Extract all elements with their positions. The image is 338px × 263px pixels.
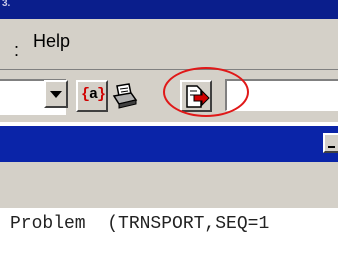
menu-help[interactable]: Help [33, 31, 70, 52]
minimize-icon [328, 146, 335, 148]
print-icon [112, 83, 138, 109]
problem-text: Problem (TRNSPORT,SEQ=1 [10, 214, 270, 234]
print-button[interactable] [107, 80, 139, 112]
inner-window-title-bar [0, 126, 338, 162]
variable-braces-icon: {a} [81, 86, 106, 103]
dropdown-arrow-icon [50, 91, 62, 98]
menu-separator: : [14, 40, 20, 60]
insert-variable-button[interactable]: {a} [76, 80, 108, 112]
combo-dropdown-button[interactable] [44, 80, 68, 108]
minimize-button[interactable] [323, 133, 338, 153]
title-fragment: 3. [2, 0, 11, 9]
screenshot: 3. : Help {a} Problem (TRNSPORT,SEQ=1 [0, 0, 338, 263]
highlight-circle [163, 67, 249, 117]
inner-toolbar-area [0, 162, 338, 210]
title-bar: 3. [0, 0, 338, 19]
